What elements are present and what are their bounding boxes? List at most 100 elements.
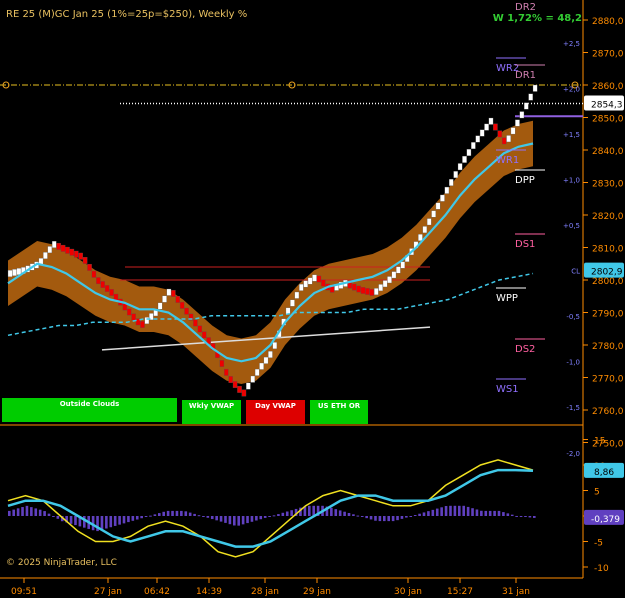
renko-brick [515,119,520,127]
oscillator-panel: 151050-5-108,86-0,379 [7,437,624,574]
renko-brick [171,290,176,297]
renko-brick [382,280,388,288]
histogram-bar [502,512,505,516]
renko-brick [294,291,300,299]
histogram-bar [471,508,474,516]
histogram-bar [34,508,38,516]
renko-brick [122,303,128,311]
time-tick-label: 14:39 [196,587,222,597]
histogram-bar [127,516,130,523]
histogram-bar [374,516,377,521]
renko-brick [312,274,317,282]
pivot-label: DR2 [515,2,536,13]
price-tick-label: 2870,0 [592,50,624,60]
histogram-bar [166,510,170,516]
histogram-bar [497,510,501,516]
renko-brick [510,127,516,135]
histogram-bar [268,516,271,517]
renko-brick [228,376,233,383]
histogram-bar [400,516,404,519]
histogram-bar [387,516,391,522]
price-tick-label: 2780,0 [592,342,624,352]
histogram-bar [100,516,104,530]
histogram-bar [418,513,421,516]
histogram-bar [285,511,289,516]
percent-label: -1,0 [566,359,580,367]
renko-brick [65,246,70,254]
time-tick-label: 15:27 [447,587,473,597]
histogram-bar [109,516,113,528]
histogram-bar [180,510,183,516]
histogram-bar [356,515,360,517]
renko-brick [444,186,450,194]
renko-brick [91,270,97,278]
close-price-value: 2802,9 [591,268,623,278]
histogram-bar [206,516,210,518]
histogram-bar [263,516,267,518]
renko-brick [175,296,180,303]
renko-brick [166,288,172,296]
time-axis: 09:51 27 jan 06:42 14:39 28 jan 29 jan 30 jan 1… [11,578,530,597]
histogram-bar [30,507,33,516]
renko-brick [316,275,322,283]
price-tick-label: 2810,0 [592,245,624,255]
histogram-bar [38,509,42,516]
percent-label: +2,0 [563,85,580,93]
histogram-bar [210,516,214,520]
pivot-label: DS2 [515,344,535,355]
tag-wkly-vwap: Wkly VWAP [182,400,241,424]
renko-brick [396,266,401,274]
histogram-bar [193,513,196,516]
renko-brick [259,362,264,370]
renko-brick [109,289,114,296]
histogram-bar [158,513,161,516]
histogram-bar [113,516,117,526]
renko-brick [457,163,463,171]
renko-brick [532,84,538,92]
renko-brick [232,381,238,388]
histogram-bar [277,514,280,516]
histogram-bar [224,516,227,523]
renko-brick [369,288,375,296]
histogram-bar [8,510,11,516]
renko-brick [7,270,13,277]
renko-brick [506,135,511,143]
price-tick-label: 2830,0 [592,180,624,190]
histogram-bar [330,507,333,516]
histogram-bar [43,511,46,516]
histogram-bar [281,512,285,516]
histogram-bar [246,516,249,524]
renko-brick [96,277,101,285]
renko-brick [126,308,132,316]
histogram-bar [383,516,386,522]
renko-brick [224,368,229,376]
histogram-bar [308,505,311,516]
renko-brick [440,194,445,202]
osc-value: 8,86 [594,468,614,478]
histogram-bar [378,516,382,522]
tag-outside-clouds: Outside Clouds [2,398,177,422]
renko-brick [179,301,185,309]
renko-brick [426,218,432,226]
time-tick-label: 28 jan [251,587,279,597]
renko-brick [475,135,480,143]
renko-brick [519,111,525,119]
renko-brick [254,368,260,376]
histogram-bar [528,516,532,518]
histogram-bar [140,516,143,519]
renko-brick [299,283,304,291]
histogram-bar [175,510,179,516]
histogram-bar [458,505,461,516]
pivot-label: WR1 [496,155,519,166]
time-tick-label: 29 jan [303,587,331,597]
osc-tick-label: 15 [594,437,605,447]
renko-brick [246,382,251,390]
pivot-label: DR1 [515,70,536,81]
renko-brick [307,277,313,285]
histogram-bar [365,516,368,519]
renko-brick [365,287,370,295]
renko-brick [100,281,105,288]
histogram-bar [488,510,492,516]
histogram-bar [369,516,373,520]
renko-brick [488,117,494,125]
